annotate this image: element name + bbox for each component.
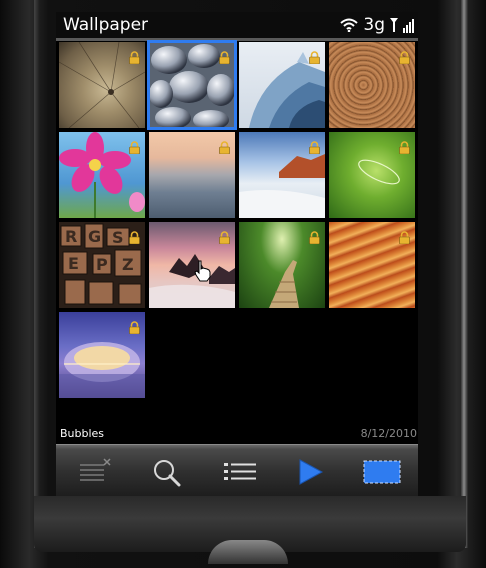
- search-icon[interactable]: [148, 457, 188, 487]
- fullscreen-icon[interactable]: [362, 457, 402, 487]
- lock-icon: [129, 141, 140, 154]
- lock-icon: [129, 321, 140, 334]
- lock-icon: [309, 51, 320, 64]
- selection-info: Bubbles 8/12/2010: [56, 426, 418, 444]
- lock-icon: [219, 141, 230, 154]
- lock-icon: [399, 141, 410, 154]
- lock-icon: [219, 51, 230, 64]
- selected-wallpaper-name: Bubbles: [60, 427, 105, 440]
- play-icon[interactable]: [292, 457, 332, 487]
- list-view-icon[interactable]: [220, 457, 260, 487]
- status-bar: Wallpaper 3g: [56, 12, 418, 38]
- lock-icon: [129, 51, 140, 64]
- bottom-toolbar: [56, 444, 418, 496]
- signal-bars-icon: [403, 17, 414, 33]
- header-divider: [56, 38, 418, 41]
- screen: Wallpaper 3g R G S E P Z Bubbles 8/12/20…: [56, 12, 418, 496]
- delete-list-icon[interactable]: [74, 457, 114, 487]
- svg-text:P: P: [96, 255, 108, 274]
- svg-text:E: E: [68, 254, 79, 273]
- page-title: Wallpaper: [63, 15, 149, 35]
- lock-icon: [309, 231, 320, 244]
- svg-text:Z: Z: [122, 255, 134, 274]
- network-label: 3g: [363, 15, 385, 35]
- lock-icon: [219, 231, 230, 244]
- status-indicators: 3g: [340, 15, 414, 35]
- lock-icon: [399, 51, 410, 64]
- bezel-left-edge: [34, 0, 40, 548]
- lock-icon: [399, 231, 410, 244]
- selected-wallpaper-date: 8/12/2010: [360, 427, 417, 440]
- wallpaper-grid: RGS EPZ: [59, 40, 417, 398]
- svg-text:R: R: [65, 227, 77, 246]
- svg-text:G: G: [88, 227, 101, 246]
- home-button[interactable]: [208, 540, 288, 564]
- wifi-icon: [340, 18, 359, 32]
- svg-text:S: S: [112, 228, 124, 247]
- hand-cursor-icon: [194, 260, 211, 282]
- bezel-right-edge: [460, 0, 468, 548]
- battery-icon: [390, 18, 398, 32]
- lock-icon: [129, 231, 140, 244]
- lock-icon: [309, 141, 320, 154]
